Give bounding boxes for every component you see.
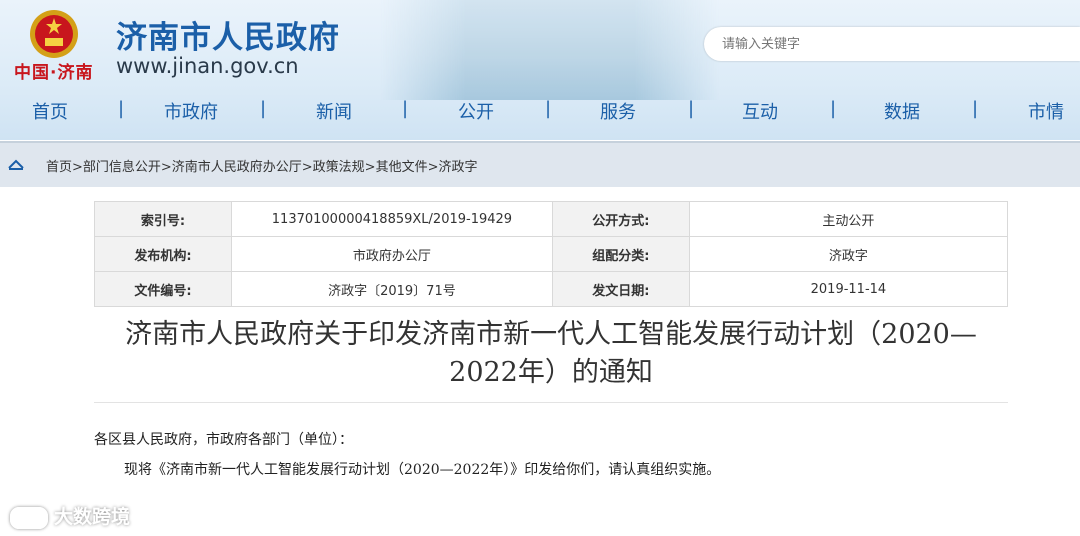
issue-date-value: 2019-11-14 [688,271,1009,307]
doc-number-value: 济政字〔2019〕71号 [230,271,553,307]
nav-item-news[interactable]: 新闻 [316,98,352,124]
site-title[interactable]: 济南市人民政府 [116,12,340,57]
national-emblem-icon [30,10,78,58]
salutation: 各区县人民政府，市政府各部门（单位）： [94,432,353,448]
publisher-value: 市政府办公厅 [230,236,553,272]
document-title: 济南市人民政府关于印发济南市新一代人工智能发展行动计划（2020— 2022年）… [94,316,1008,392]
document-title-line-2: 2022年）的通知 [449,357,653,388]
doc-number-label: 文件编号: [94,271,232,307]
watermark-text: 大数跨境 [54,506,131,528]
document-title-line-1: 济南市人民政府关于印发济南市新一代人工智能发展行动计划（2020— [125,319,977,350]
header-landscape-image [380,0,720,100]
nav-separator: | [972,98,979,119]
nav-separator: | [118,98,125,119]
index-value: 11370100000418859XL/2019-19429 [230,201,553,237]
breadcrumb[interactable]: 首页>部门信息公开>济南市人民政府办公厅>政策法规>其他文件>济政字 [46,156,477,175]
public-mode-label: 公开方式: [551,201,690,237]
body-paragraph: 现将《济南市新一代人工智能发展行动计划（2020—2022年）》印发给你们，请认… [124,462,721,478]
document-info-table: 索引号: 11370100000418859XL/2019-19429 公开方式… [94,201,1009,307]
nav-item-public[interactable]: 公开 [458,98,494,124]
nav-item-data[interactable]: 数据 [884,98,920,124]
search-input[interactable] [720,36,1054,53]
nav-item-home[interactable]: 首页 [32,98,68,124]
nav-separator: | [830,98,837,119]
nav-item-city-info[interactable]: 市情 [1028,98,1064,124]
nav-item-government[interactable]: 市政府 [164,98,218,124]
nav-separator: | [260,98,267,119]
index-label: 索引号: [94,201,232,237]
nav-separator: | [545,98,552,119]
search-box[interactable] [704,27,1080,61]
watermark: 大数跨境 [10,502,130,529]
nav-item-interaction[interactable]: 互动 [742,98,778,124]
breadcrumb-bar: 首页>部门信息公开>济南市人民政府办公厅>政策法规>其他文件>济政字 [0,141,1080,187]
issue-date-label: 发文日期: [551,271,690,307]
site-url[interactable]: www.jinan.gov.cn [116,54,299,78]
home-icon[interactable] [8,158,24,170]
site-header: 中国·济南 济南市人民政府 www.jinan.gov.cn 首页 | 市政府 … [0,0,1080,140]
main-nav: 首页 | 市政府 | 新闻 | 公开 | 服务 | 互动 | 数据 | 市情 [0,96,1080,128]
nav-item-service[interactable]: 服务 [600,98,636,124]
watermark-logo-icon [10,506,48,529]
title-divider [94,402,1008,403]
table-row: 索引号: 11370100000418859XL/2019-19429 公开方式… [94,201,1009,237]
publisher-label: 发布机构: [94,236,232,272]
table-row: 文件编号: 济政字〔2019〕71号 发文日期: 2019-11-14 [94,271,1009,307]
category-label: 组配分类: [551,236,690,272]
nav-separator: | [402,98,409,119]
emblem-text: 中国·济南 [14,63,94,83]
table-row: 发布机构: 市政府办公厅 组配分类: 济政字 [94,236,1009,272]
public-mode-value: 主动公开 [688,201,1009,237]
category-value: 济政字 [688,236,1009,272]
nav-separator: | [688,98,695,119]
